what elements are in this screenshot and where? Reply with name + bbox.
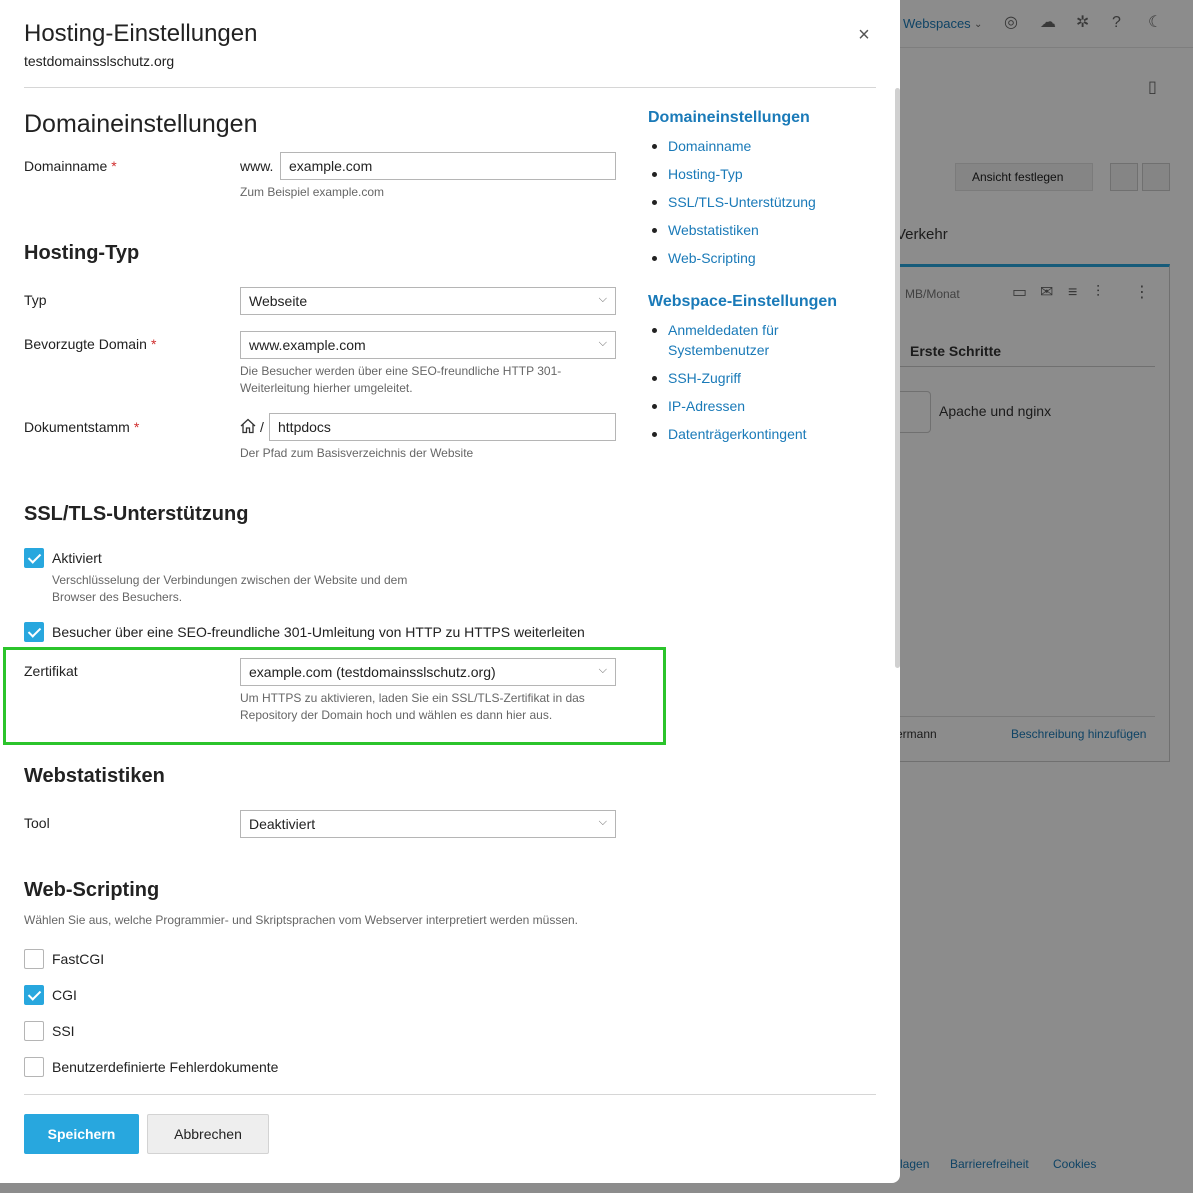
certificate-highlight-box — [3, 647, 666, 745]
section-heading-webstats: Webstatistiken — [24, 765, 165, 787]
cancel-button[interactable]: Abbrechen — [147, 1114, 269, 1154]
ssl-enabled-hint-line-1: Verschlüsselung der Verbindungen zwische… — [52, 573, 408, 587]
section-heading-hosting: Hosting-Typ — [24, 242, 140, 264]
dialog-title: Hosting-Einstellungen — [24, 20, 258, 47]
hosting-settings-dialog: Hosting-Einstellungen testdomainsslschut… — [0, 0, 900, 1183]
domain-name-input[interactable]: example.com — [280, 152, 616, 180]
fastcgi-checkbox[interactable] — [24, 949, 44, 969]
toc-item-ip[interactable]: IP-Adressen — [648, 396, 858, 416]
domain-name-label-text: Domainname — [24, 158, 108, 174]
document-root-label-text: Dokumentstamm — [24, 419, 130, 435]
save-button[interactable]: Speichern — [24, 1114, 139, 1154]
hosting-type-value: Webseite — [249, 293, 308, 309]
domain-prefix: www. — [240, 158, 274, 174]
stats-tool-label: Tool — [24, 815, 50, 831]
toc-item-webstats[interactable]: Webstatistiken — [648, 220, 816, 240]
preferred-domain-hint: Die Besucher werden über eine SEO-freund… — [240, 363, 561, 397]
ssi-checkbox[interactable] — [24, 1021, 44, 1041]
stats-tool-select[interactable]: Deaktiviert ⌵ — [240, 810, 616, 838]
ssl-enabled-checkbox[interactable] — [24, 548, 44, 568]
required-asterisk: * — [111, 158, 117, 174]
hosting-type-select[interactable]: Webseite ⌵ — [240, 287, 616, 315]
document-root-label: Dokumentstamm * — [24, 419, 139, 435]
preferred-domain-label: Bevorzugte Domain * — [24, 336, 156, 352]
toc-item-ssh[interactable]: SSH-Zugriff — [648, 368, 858, 388]
preferred-domain-hint-line-1: Die Besucher werden über eine SEO-freund… — [240, 364, 562, 378]
custom-error-docs-checkbox[interactable] — [24, 1057, 44, 1077]
scripting-description: Wählen Sie aus, welche Programmier- und … — [24, 913, 579, 927]
header-divider — [24, 87, 876, 88]
required-asterisk: * — [133, 419, 140, 435]
hosting-type-label: Typ — [24, 292, 47, 308]
document-root-input[interactable]: httpdocs — [269, 413, 616, 441]
ssi-label[interactable]: SSI — [52, 1023, 75, 1039]
chevron-down-icon: ⌵ — [598, 816, 607, 828]
https-redirect-checkbox[interactable] — [24, 622, 44, 642]
close-icon[interactable]: × — [852, 24, 876, 48]
preferred-domain-value: www.example.com — [249, 337, 366, 353]
dialog-subtitle: testdomainsslschutz.org — [24, 53, 175, 69]
toc-domain-list: Domainname Hosting-Typ SSL/TLS-Unterstüt… — [648, 136, 816, 276]
preferred-domain-select[interactable]: www.example.com ⌵ — [240, 331, 616, 359]
footer-divider — [24, 1094, 876, 1095]
toc-heading-domain[interactable]: Domaineinstellungen — [648, 109, 810, 127]
chevron-down-icon: ⌵ — [598, 337, 607, 349]
toc-webspace-list: Anmeldedaten für Systembenutzer SSH-Zugr… — [648, 320, 858, 452]
domain-name-hint: Zum Beispiel example.com — [240, 185, 385, 199]
preferred-domain-hint-line-2: Weiterleitung hierher umgeleitet. — [240, 381, 413, 395]
scrollbar[interactable] — [895, 88, 900, 668]
cgi-checkbox[interactable] — [24, 985, 44, 1005]
custom-error-docs-label[interactable]: Benutzerdefinierte Fehlerdokumente — [52, 1059, 278, 1075]
stats-tool-value: Deaktiviert — [249, 816, 316, 832]
cgi-label[interactable]: CGI — [52, 987, 77, 1003]
toc-heading-webspace[interactable]: Webspace-Einstellungen — [648, 293, 837, 311]
ssl-enabled-hint: Verschlüsselung der Verbindungen zwische… — [52, 572, 407, 606]
toc-item-ssl[interactable]: SSL/TLS-Unterstützung — [648, 192, 816, 212]
fastcgi-label[interactable]: FastCGI — [52, 951, 104, 967]
https-redirect-label[interactable]: Besucher über eine SEO-freundliche 301-U… — [52, 624, 585, 640]
chevron-down-icon: ⌵ — [598, 293, 607, 305]
required-asterisk: * — [150, 336, 157, 352]
section-heading-ssl: SSL/TLS-Unterstützung — [24, 503, 249, 525]
toc-item-system-user[interactable]: Anmeldedaten für Systembenutzer — [648, 320, 818, 360]
document-root-separator: / — [260, 419, 264, 435]
section-heading-scripting: Web-Scripting — [24, 879, 160, 901]
section-heading-domain: Domaineinstellungen — [24, 110, 258, 138]
toc-item-hosting-type[interactable]: Hosting-Typ — [648, 164, 816, 184]
ssl-enabled-hint-line-2: Browser des Besuchers. — [52, 590, 183, 604]
toc-item-domainname[interactable]: Domainname — [648, 136, 816, 156]
ssl-enabled-label[interactable]: Aktiviert — [52, 550, 102, 566]
home-icon — [240, 418, 256, 434]
document-root-hint: Der Pfad zum Basisverzeichnis der Websit… — [240, 446, 474, 460]
toc-item-quota[interactable]: Datenträgerkontingent — [648, 424, 858, 444]
domain-name-label: Domainname * — [24, 158, 117, 174]
preferred-domain-label-text: Bevorzugte Domain — [24, 336, 147, 352]
toc-item-scripting[interactable]: Web-Scripting — [648, 248, 816, 268]
